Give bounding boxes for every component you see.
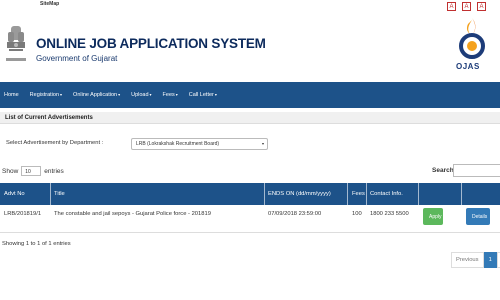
cell-ends-on: 07/09/2018 23:59:00 <box>268 211 322 217</box>
nav-fees[interactable]: Fees▾ <box>163 92 178 98</box>
details-button[interactable]: Details <box>466 208 490 225</box>
site-header: ONLINE JOB APPLICATION SYSTEM Government… <box>0 14 500 80</box>
nav-home[interactable]: Home <box>4 92 19 98</box>
cell-fees: 100 <box>352 211 362 217</box>
nav-call-letter[interactable]: Call Letter▾ <box>189 92 217 98</box>
nav-home-label: Home <box>4 92 19 98</box>
chevron-down-icon: ▾ <box>261 141 264 146</box>
sitemap-link[interactable]: SiteMap <box>40 1 59 7</box>
chevron-down-icon: ▾ <box>118 92 121 97</box>
main-navbar: Home Registration▾ Online Application▾ U… <box>0 82 500 108</box>
ojas-logo-text: OJAS <box>456 62 480 71</box>
department-select-value: LRB (Lokrakshak Recruitment Board) <box>136 141 220 147</box>
pagination-previous[interactable]: Previous <box>451 252 484 268</box>
nav-call-letter-label: Call Letter <box>188 92 214 98</box>
cell-advt-no: LRB/201819/1 <box>4 211 42 217</box>
nav-upload[interactable]: Upload▾ <box>131 92 151 98</box>
chevron-down-icon: ▾ <box>214 92 217 97</box>
column-header-contact[interactable]: Contact Info. <box>370 183 403 205</box>
department-select[interactable]: LRB (Lokrakshak Recruitment Board) ▾ <box>131 138 268 150</box>
nav-upload-label: Upload <box>131 92 149 98</box>
page-length-select[interactable]: 10 <box>21 166 42 176</box>
site-subtitle: Government of Gujarat <box>36 54 118 63</box>
entries-label: entries <box>44 167 64 175</box>
font-increase-button[interactable]: A <box>477 2 486 11</box>
chevron-down-icon: ▾ <box>149 92 152 97</box>
section-title: List of Current Advertisements <box>0 112 500 124</box>
state-emblem-icon <box>6 26 26 61</box>
column-header-title[interactable]: Title <box>54 183 65 205</box>
chevron-down-icon: ▾ <box>175 92 178 97</box>
pagination: Previous 1 N <box>451 252 500 268</box>
nav-registration[interactable]: Registration▾ <box>30 92 62 98</box>
show-label: Show <box>2 167 19 175</box>
nav-fees-label: Fees <box>162 92 175 98</box>
column-header-ends-on[interactable]: ENDS ON (dd/mm/yyyy) <box>268 183 331 205</box>
table-header <box>0 183 500 205</box>
font-reset-button[interactable]: A <box>462 2 471 11</box>
chevron-down-icon: ▾ <box>60 92 63 97</box>
nav-online-application-label: Online Application <box>73 92 118 98</box>
table-info: Showing 1 to 1 of 1 entries <box>2 241 71 247</box>
site-title: ONLINE JOB APPLICATION SYSTEM <box>36 36 266 51</box>
font-decrease-button[interactable]: A <box>447 2 456 11</box>
nav-registration-label: Registration <box>29 92 60 98</box>
page-length-control: Show 10 entries <box>2 166 64 176</box>
column-header-advt-no[interactable]: Advt No <box>4 183 25 205</box>
apply-button[interactable]: Apply <box>423 208 443 225</box>
cell-title: The constable and jail sepoys - Gujarat … <box>54 211 211 217</box>
pagination-page-1[interactable]: 1 <box>483 252 497 268</box>
top-strip <box>0 0 500 10</box>
cell-contact: 1800 233 5500 <box>370 211 409 217</box>
nav-online-application[interactable]: Online Application▾ <box>73 92 120 98</box>
department-select-label: Select Advertisement by Department : <box>6 140 104 146</box>
column-header-fees[interactable]: Fees <box>352 183 365 205</box>
search-input[interactable] <box>453 164 500 177</box>
font-size-controls: A A A <box>447 2 486 11</box>
department-filter: Select Advertisement by Department : LRB… <box>0 136 500 156</box>
